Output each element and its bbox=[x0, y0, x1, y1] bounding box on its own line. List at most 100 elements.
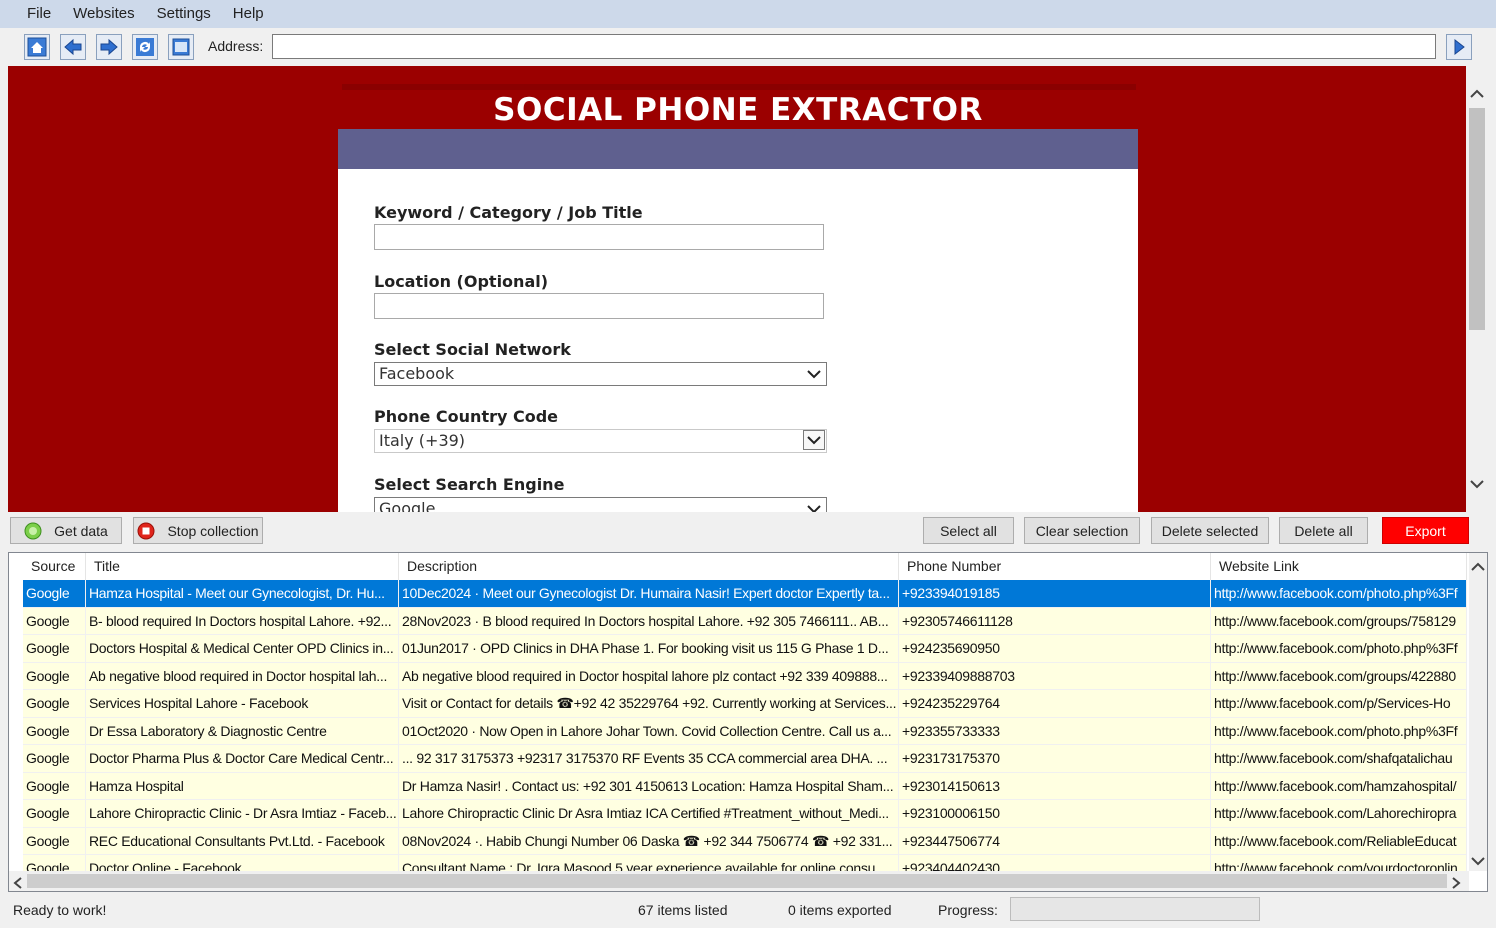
table-row[interactable]: Google Ab negative blood required in Doct… bbox=[23, 662, 1467, 690]
column-header-phone[interactable]: Phone Number bbox=[899, 553, 1211, 580]
cell-description: Ab negative blood required in Doctor hos… bbox=[399, 662, 899, 690]
search-engine-label: Select Search Engine bbox=[374, 475, 565, 494]
scroll-up-icon[interactable] bbox=[1469, 86, 1485, 102]
cell-website: http://www.facebook.com/Lahorechiropra bbox=[1211, 800, 1467, 828]
scroll-left-icon[interactable] bbox=[13, 876, 23, 891]
chevron-down-icon bbox=[802, 363, 826, 385]
cell-title: Hamza Hospital - Meet our Gynecologist, … bbox=[86, 580, 399, 608]
back-arrow-icon bbox=[64, 38, 82, 56]
column-header-source[interactable]: Source bbox=[23, 553, 86, 580]
table-row[interactable]: Google REC Educational Consultants Pvt.Lt… bbox=[23, 827, 1467, 855]
home-button[interactable] bbox=[24, 34, 50, 60]
cell-title: Services Hospital Lahore - Facebook bbox=[86, 690, 399, 718]
menu-help[interactable]: Help bbox=[222, 0, 275, 28]
home-icon bbox=[27, 37, 47, 57]
menu-settings[interactable]: Settings bbox=[146, 0, 222, 28]
cell-website: http://www.facebook.com/hamzahospital/ bbox=[1211, 772, 1467, 800]
location-input[interactable] bbox=[374, 293, 824, 319]
cell-phone: +923014150613 bbox=[899, 772, 1211, 800]
cell-source: Google bbox=[23, 772, 86, 800]
scrollbar-thumb[interactable] bbox=[27, 874, 1447, 888]
delete-selected-button[interactable]: Delete selected bbox=[1151, 517, 1269, 544]
export-button[interactable]: Export bbox=[1382, 517, 1469, 544]
clear-selection-button[interactable]: Clear selection bbox=[1024, 517, 1140, 544]
table-row[interactable]: Google Services Hospital Lahore - Faceboo… bbox=[23, 690, 1467, 718]
cell-phone: +923447506774 bbox=[899, 827, 1211, 855]
column-header-website[interactable]: Website Link bbox=[1211, 553, 1467, 580]
table-vertical-scrollbar[interactable] bbox=[1469, 553, 1487, 871]
table-row[interactable]: Google B- blood required In Doctors hospi… bbox=[23, 607, 1467, 635]
cell-phone: +924235229764 bbox=[899, 690, 1211, 718]
cell-title: Ab negative blood required in Doctor hos… bbox=[86, 662, 399, 690]
table-row[interactable]: Google Doctors Hospital & Medical Center … bbox=[23, 635, 1467, 663]
cell-title: Doctors Hospital & Medical Center OPD Cl… bbox=[86, 635, 399, 663]
delete-all-button[interactable]: Delete all bbox=[1279, 517, 1368, 544]
scrollbar-thumb[interactable] bbox=[1469, 108, 1485, 330]
cell-website: http://www.facebook.com/photo.php%3Ff bbox=[1211, 635, 1467, 663]
table-row[interactable]: Google Hamza Hospital Dr Hamza Nasir! . Co… bbox=[23, 772, 1467, 800]
cell-source: Google bbox=[23, 690, 86, 718]
country-code-label: Phone Country Code bbox=[374, 407, 559, 426]
search-engine-select[interactable]: Google bbox=[374, 497, 827, 512]
cell-phone: +92339409888703 bbox=[899, 662, 1211, 690]
cell-description: 08Nov2024 ·. Habib Chungi Number 06 Dask… bbox=[399, 827, 899, 855]
column-header-description[interactable]: Description bbox=[399, 553, 899, 580]
refresh-icon bbox=[136, 38, 154, 56]
table-body: Google Hamza Hospital - Meet our Gynecolo… bbox=[23, 580, 1467, 883]
menu-websites[interactable]: Websites bbox=[62, 0, 145, 28]
cell-description: ... 92 317 3175373 +92317 3175370 RF Eve… bbox=[399, 745, 899, 773]
scroll-right-icon[interactable] bbox=[1451, 876, 1461, 891]
chevron-down-icon bbox=[802, 498, 826, 512]
select-all-button[interactable]: Select all bbox=[923, 517, 1014, 544]
social-network-label: Select Social Network bbox=[374, 340, 571, 359]
stop-button[interactable] bbox=[168, 34, 194, 60]
cell-description: 28Nov2023 · B blood required In Doctors … bbox=[399, 607, 899, 635]
table-row[interactable]: Google Doctor Pharma Plus & Doctor Care M… bbox=[23, 745, 1467, 773]
scroll-down-icon[interactable] bbox=[1471, 853, 1485, 869]
chevron-down-icon bbox=[803, 430, 825, 450]
social-network-select[interactable]: Facebook bbox=[374, 362, 827, 386]
column-header-title[interactable]: Title bbox=[86, 553, 399, 580]
table-row[interactable]: Google Hamza Hospital - Meet our Gynecolo… bbox=[23, 580, 1467, 608]
cell-phone: +923394019185 bbox=[899, 580, 1211, 608]
status-items-listed: 67 items listed bbox=[638, 902, 728, 918]
browser-pane: SOCIAL PHONE EXTRACTOR Keyword / Categor… bbox=[8, 66, 1466, 512]
scroll-up-icon[interactable] bbox=[1471, 559, 1485, 575]
cell-phone: +92305746611128 bbox=[899, 607, 1211, 635]
cell-description: 01Jun2017 · OPD Clinics in DHA Phase 1. … bbox=[399, 635, 899, 663]
go-arrow-icon bbox=[1454, 38, 1465, 56]
country-code-select[interactable]: Italy (+39) bbox=[374, 429, 827, 453]
go-button[interactable] bbox=[1446, 34, 1472, 60]
keyword-input[interactable] bbox=[374, 224, 824, 250]
progress-bar bbox=[1010, 897, 1260, 921]
scroll-down-icon[interactable] bbox=[1469, 476, 1485, 492]
cell-title: REC Educational Consultants Pvt.Ltd. - F… bbox=[86, 827, 399, 855]
table-row[interactable]: Google Lahore Chiropractic Clinic - Dr As… bbox=[23, 800, 1467, 828]
forward-button[interactable] bbox=[96, 34, 122, 60]
country-code-value: Italy (+39) bbox=[379, 431, 466, 450]
menu-file[interactable]: File bbox=[16, 0, 62, 28]
social-network-value: Facebook bbox=[379, 364, 455, 383]
cell-description: Visit or Contact for details ☎+92 42 352… bbox=[399, 690, 899, 718]
refresh-button[interactable] bbox=[132, 34, 158, 60]
stop-collection-button[interactable]: Stop collection bbox=[133, 517, 263, 544]
cell-source: Google bbox=[23, 662, 86, 690]
cell-website: http://www.facebook.com/photo.php%3Ff bbox=[1211, 580, 1467, 608]
cell-description: 01Oct2020 · Now Open in Lahore Johar Tow… bbox=[399, 717, 899, 745]
table-row[interactable]: Google Dr Essa Laboratory & Diagnostic Ce… bbox=[23, 717, 1467, 745]
play-circle-icon bbox=[24, 522, 42, 539]
menu-bar: File Websites Settings Help bbox=[0, 0, 1496, 28]
address-label: Address: bbox=[208, 38, 264, 54]
cell-title: B- blood required In Doctors hospital La… bbox=[86, 607, 399, 635]
status-ready: Ready to work! bbox=[13, 902, 107, 918]
get-data-button[interactable]: Get data bbox=[10, 517, 122, 544]
cell-website: http://www.facebook.com/p/Services-Ho bbox=[1211, 690, 1467, 718]
browser-scrollbar[interactable] bbox=[1466, 66, 1488, 512]
cell-website: http://www.facebook.com/groups/422880 bbox=[1211, 662, 1467, 690]
cell-source: Google bbox=[23, 635, 86, 663]
search-engine-value: Google bbox=[379, 499, 436, 512]
cell-title: Doctor Pharma Plus & Doctor Care Medical… bbox=[86, 745, 399, 773]
table-horizontal-scrollbar[interactable] bbox=[9, 871, 1469, 891]
back-button[interactable] bbox=[60, 34, 86, 60]
address-input[interactable] bbox=[272, 34, 1436, 59]
